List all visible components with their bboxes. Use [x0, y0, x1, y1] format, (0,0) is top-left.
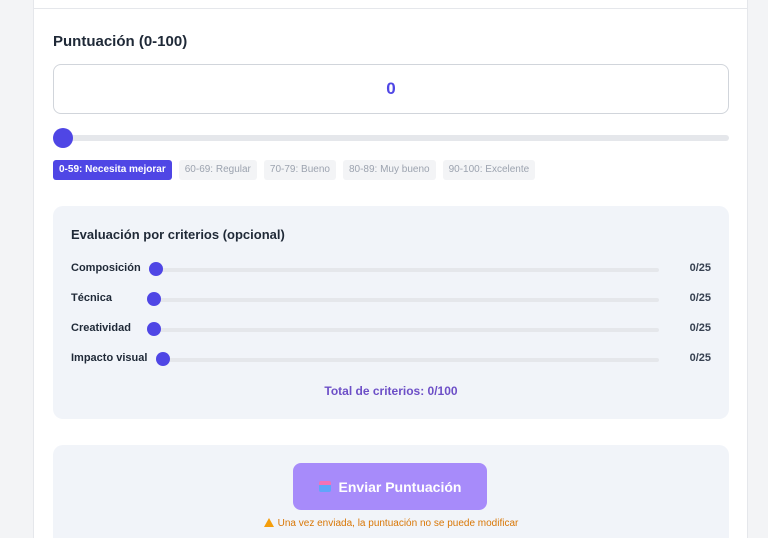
submit-score-button[interactable]: Enviar Puntuación	[293, 463, 487, 510]
criterion-row-creatividad: Creatividad 0/25	[71, 320, 711, 338]
range-chip-80-89: 80-89: Muy bueno	[342, 160, 436, 180]
criterion-row-tecnica: Técnica 0/25	[71, 290, 711, 308]
criterion-label: Técnica	[71, 292, 112, 304]
clipboard-icon	[318, 481, 331, 492]
score-value: 0	[386, 79, 396, 98]
criterion-label: Creatividad	[71, 322, 131, 334]
warning-text: Una vez enviada, la puntuación no se pue…	[277, 518, 519, 529]
criterion-value: 0/25	[689, 292, 711, 304]
submit-panel: Enviar Puntuación Una vez enviada, la pu…	[53, 445, 729, 538]
score-display[interactable]: 0	[53, 64, 729, 114]
criterion-value: 0/25	[689, 352, 711, 364]
range-chip-60-69: 60-69: Regular	[178, 160, 257, 180]
submit-label: Enviar Puntuación	[338, 478, 462, 495]
range-chip-90-100: 90-100: Excelente	[442, 160, 536, 180]
score-slider-thumb[interactable]	[53, 128, 73, 148]
score-range-legend: 0-59: Necesita mejorar 60-69: Regular 70…	[53, 160, 536, 180]
warning-icon	[263, 518, 274, 527]
criterion-value: 0/25	[689, 322, 711, 334]
criteria-total: Total de criterios: 0/100	[324, 384, 458, 398]
range-chip-0-59: 0-59: Necesita mejorar	[53, 160, 172, 180]
criterion-slider-track[interactable]	[153, 328, 659, 332]
range-chip-70-79: 70-79: Bueno	[263, 160, 336, 180]
criteria-panel: Evaluación por criterios (opcional) Comp…	[53, 206, 729, 419]
criterion-value: 0/25	[689, 262, 711, 274]
score-slider-track[interactable]	[53, 135, 729, 141]
score-card: Puntuación (0-100) 0 0-59: Necesita mejo…	[33, 0, 748, 538]
criterion-slider-track[interactable]	[153, 298, 659, 302]
criterion-row-composicion: Composición 0/25	[71, 260, 711, 278]
criterion-slider-thumb[interactable]	[156, 352, 170, 366]
submit-warning: Una vez enviada, la puntuación no se pue…	[53, 518, 729, 529]
score-title: Puntuación (0-100)	[53, 33, 188, 50]
criterion-slider-thumb[interactable]	[149, 262, 163, 276]
criterion-slider-thumb[interactable]	[147, 322, 161, 336]
criterion-slider-track[interactable]	[162, 358, 659, 362]
criterion-label: Composición	[71, 262, 141, 274]
criterion-slider-thumb[interactable]	[147, 292, 161, 306]
criteria-title: Evaluación por criterios (opcional)	[71, 227, 285, 242]
criterion-row-impacto-visual: Impacto visual 0/25	[71, 350, 711, 368]
criterion-label: Impacto visual	[71, 352, 148, 364]
criterion-slider-track[interactable]	[155, 268, 659, 272]
divider	[34, 8, 747, 9]
